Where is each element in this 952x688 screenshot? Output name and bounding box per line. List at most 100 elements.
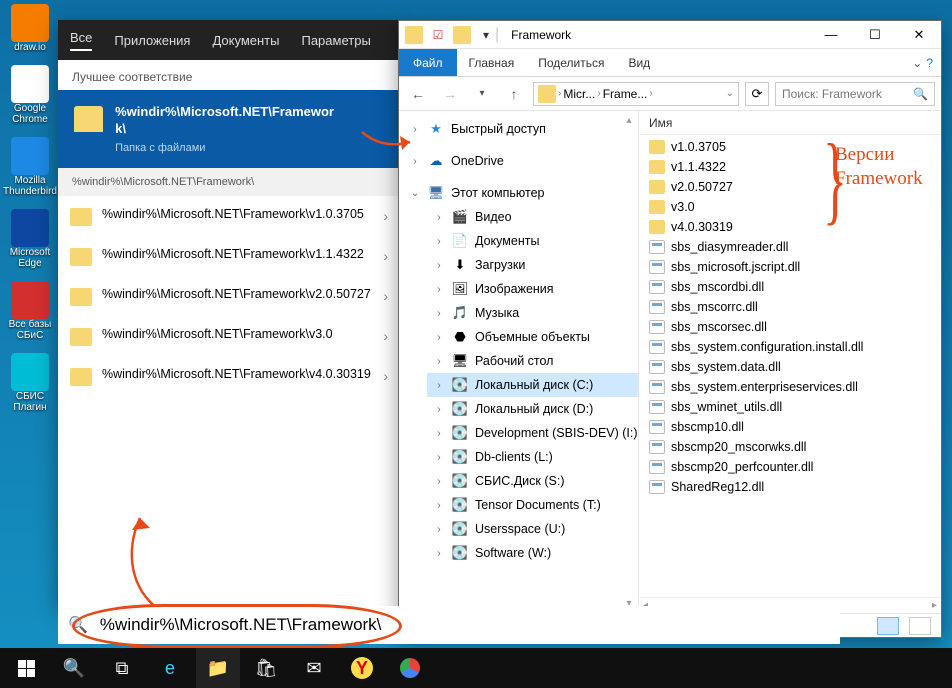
chevron-down-icon[interactable]: ⌄	[726, 88, 734, 99]
desktop-icon[interactable]: draw.io	[4, 4, 56, 53]
nav-quick-access[interactable]: ›★Быстрый доступ	[399, 117, 638, 141]
explorer-search-box[interactable]: Поиск: Framework 🔍	[775, 82, 935, 106]
list-row-file[interactable]: sbs_diasymreader.dll	[639, 237, 941, 257]
nav-drive-item[interactable]: ›💽Локальный диск (D:)	[427, 397, 638, 421]
nav-up-button[interactable]: ↑	[501, 81, 527, 107]
search-result-item[interactable]: %windir%\Microsoft.NET\Framework\v4.0.30…	[58, 356, 398, 396]
desktop-icon[interactable]: СБИС Плагин	[4, 353, 56, 413]
start-button[interactable]	[4, 648, 48, 688]
qat-properties-icon[interactable]: ☑	[429, 26, 447, 44]
ribbon-expand-icon[interactable]: ⌄	[912, 56, 922, 70]
ribbon-tab[interactable]: Поделиться	[526, 49, 616, 76]
taskbar-app-chrome[interactable]	[388, 648, 432, 688]
list-row-file[interactable]: sbs_mscordbi.dll	[639, 277, 941, 297]
nav-drive-item[interactable]: ›💽Development (SBIS-DEV) (I:)	[427, 421, 638, 445]
nav-library-item[interactable]: ›🖼Изображения	[427, 277, 638, 301]
ribbon-tab[interactable]: Вид	[616, 49, 662, 76]
nav-drive-item[interactable]: ›💽Tensor Documents (T:)	[427, 493, 638, 517]
best-match-header: Лучшее соответствие	[58, 60, 398, 90]
maximize-button[interactable]: ☐	[853, 21, 897, 49]
minimize-button[interactable]: —	[809, 21, 853, 49]
taskbar-app-yandex[interactable]: Y	[340, 648, 384, 688]
refresh-button[interactable]: ⟳	[745, 82, 769, 106]
taskbar-search-box[interactable]: 🔍	[58, 606, 840, 644]
desktop-icon[interactable]: Mozilla Thunderbird	[4, 137, 56, 197]
nav-library-item[interactable]: ›📄Документы	[427, 229, 638, 253]
chevron-right-icon[interactable]: ›	[383, 208, 388, 224]
search-tabs: Все Приложения Документы Параметры	[58, 20, 398, 60]
desktop-icon-label: Google Chrome	[4, 103, 56, 125]
nav-drive-item[interactable]: ›💽Db-clients (L:)	[427, 445, 638, 469]
list-row-file[interactable]: sbs_microsoft.jscript.dll	[639, 257, 941, 277]
taskbar-app-edge[interactable]: e	[148, 648, 192, 688]
search-result-item[interactable]: %windir%\Microsoft.NET\Framework\v3.0›	[58, 316, 398, 356]
desktop-icon[interactable]: Google Chrome	[4, 65, 56, 125]
list-row-file[interactable]: sbs_system.data.dll	[639, 357, 941, 377]
list-row-file[interactable]: sbs_wminet_utils.dll	[639, 397, 941, 417]
results-cat-header: %windir%\Microsoft.NET\Framework\	[58, 168, 398, 196]
search-tab[interactable]: Документы	[212, 33, 279, 48]
chevron-right-icon[interactable]: ›	[383, 368, 388, 384]
nav-library-item[interactable]: ›🖥Рабочий стол	[427, 349, 638, 373]
taskbar-app-mail[interactable]: ✉	[292, 648, 336, 688]
breadcrumb-seg[interactable]: Micr...	[563, 87, 595, 101]
search-tab[interactable]: Все	[70, 30, 92, 51]
search-result-item[interactable]: %windir%\Microsoft.NET\Framework\v1.1.43…	[58, 236, 398, 276]
ribbon-tab[interactable]: Главная	[457, 49, 527, 76]
qat-dropdown-icon[interactable]: ▾	[477, 26, 495, 44]
search-button[interactable]: 🔍	[52, 648, 96, 688]
search-result-item[interactable]: %windir%\Microsoft.NET\Framework\v2.0.50…	[58, 276, 398, 316]
column-header-name[interactable]: Имя	[639, 111, 941, 135]
taskbar-app-explorer[interactable]: 📁	[196, 648, 240, 688]
chevron-right-icon[interactable]: ›	[383, 328, 388, 344]
ribbon-file[interactable]: Файл	[399, 49, 457, 76]
best-match-item[interactable]: %windir%\Microsoft.NET\Framework\ Папка …	[58, 90, 398, 168]
nav-drive-item[interactable]: ›💽Software (W:)	[427, 541, 638, 565]
list-row-file[interactable]: sbs_system.enterpriseservices.dll	[639, 377, 941, 397]
chevron-right-icon[interactable]: ›	[383, 288, 388, 304]
scroll-up-icon[interactable]: ▴	[626, 115, 631, 126]
taskbar-app-store[interactable]: 🛍	[244, 648, 288, 688]
close-button[interactable]: ✕	[897, 21, 941, 49]
hscroll-right-icon[interactable]: ▸	[932, 600, 937, 611]
file-list[interactable]: Имя v1.0.3705v1.1.4322v2.0.50727v3.0v4.0…	[639, 111, 941, 613]
nav-forward-button[interactable]: →	[437, 81, 463, 107]
nav-onedrive[interactable]: ›☁OneDrive	[399, 149, 638, 173]
nav-this-pc[interactable]: ⌄🖥Этот компьютер	[399, 181, 638, 205]
view-large-button[interactable]	[909, 617, 931, 635]
nav-pane[interactable]: ›★Быстрый доступ ›☁OneDrive ⌄🖥Этот компь…	[399, 111, 639, 613]
search-result-label: %windir%\Microsoft.NET\Framework\v1.1.43…	[102, 246, 386, 263]
list-row-file[interactable]: sbs_system.configuration.install.dll	[639, 337, 941, 357]
search-result-item[interactable]: %windir%\Microsoft.NET\Framework\v1.0.37…	[58, 196, 398, 236]
list-row-file[interactable]: sbscmp20_perfcounter.dll	[639, 457, 941, 477]
explorer-titlebar[interactable]: ☑ ▾ | Framework — ☐ ✕	[399, 21, 941, 49]
list-row-file[interactable]: sbs_mscorrc.dll	[639, 297, 941, 317]
list-row-file[interactable]: SharedReg12.dll	[639, 477, 941, 497]
nav-drive-item[interactable]: ›💽СБИС.Диск (S:)	[427, 469, 638, 493]
nav-back-button[interactable]: ←	[405, 81, 431, 107]
list-row-folder[interactable]: v4.0.30319	[639, 217, 941, 237]
desktop-icon[interactable]: Все базы СБиС	[4, 281, 56, 341]
chevron-right-icon[interactable]: ›	[383, 248, 388, 264]
help-icon[interactable]: ?	[926, 56, 933, 70]
breadcrumb-seg[interactable]: Frame...	[603, 87, 648, 101]
desktop-icon[interactable]: Microsoft Edge	[4, 209, 56, 269]
nav-drive-item[interactable]: ›💽Usersspace (U:)	[427, 517, 638, 541]
search-tab[interactable]: Приложения	[114, 33, 190, 48]
nav-library-item[interactable]: ›🎵Музыка	[427, 301, 638, 325]
nav-library-item[interactable]: ›⬇Загрузки	[427, 253, 638, 277]
list-row-folder[interactable]: v3.0	[639, 197, 941, 217]
search-tab[interactable]: Параметры	[301, 33, 370, 48]
nav-drive-item[interactable]: ›💽Локальный диск (C:)	[427, 373, 638, 397]
list-row-file[interactable]: sbs_mscorsec.dll	[639, 317, 941, 337]
list-row-file[interactable]: sbscmp10.dll	[639, 417, 941, 437]
task-view-button[interactable]: ⧉	[100, 648, 144, 688]
qat-newfolder-icon[interactable]	[453, 26, 471, 44]
breadcrumb[interactable]: › Micr... › Frame... › ⌄	[533, 82, 739, 106]
nav-library-item[interactable]: ›⬣Объемные объекты	[427, 325, 638, 349]
view-details-button[interactable]	[877, 617, 899, 635]
nav-history-icon[interactable]: ▾	[469, 81, 495, 107]
search-input[interactable]	[98, 614, 830, 636]
list-row-file[interactable]: sbscmp20_mscorwks.dll	[639, 437, 941, 457]
nav-library-item[interactable]: ›🎬Видео	[427, 205, 638, 229]
